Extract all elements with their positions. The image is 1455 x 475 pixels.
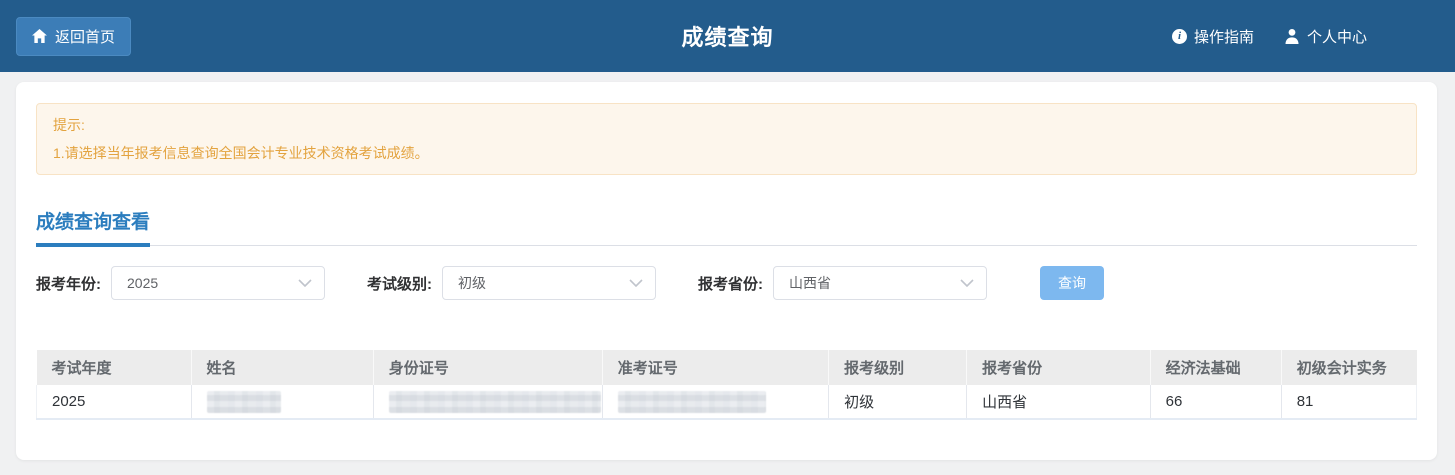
col-id-number: 身份证号 [373,350,602,385]
cell-name [191,385,373,419]
redacted-admission-number [618,391,766,413]
query-form: 报考年份: 2025 考试级别: 初级 [36,266,1417,300]
exam-year-label: 报考年份: [36,273,101,294]
profile-link[interactable]: 个人中心 [1284,26,1367,47]
redacted-name [207,391,281,413]
field-exam-level: 考试级别: 初级 [367,266,656,300]
guide-link[interactable]: i 操作指南 [1172,26,1254,47]
info-icon: i [1172,29,1187,44]
cell-level: 初级 [829,385,967,419]
cell-id-number [373,385,602,419]
cell-exam-year: 2025 [37,385,192,419]
cell-admission-number [602,385,828,419]
score-table: 考试年度 姓名 身份证号 准考证号 报考级别 报考省份 经济法基础 初级会计实务… [36,350,1417,420]
tab-score-query-view[interactable]: 成绩查询查看 [36,207,150,247]
content-card: 提示: 1.请选择当年报考信息查询全国会计专业技术资格考试成绩。 成绩查询查看 … [16,82,1437,460]
query-button[interactable]: 查询 [1040,266,1104,300]
col-admission-number: 准考证号 [602,350,828,385]
user-icon [1284,28,1300,44]
tab-bar: 成绩查询查看 [36,207,1417,246]
home-icon [32,29,47,43]
exam-level-select[interactable]: 初级 [442,266,656,300]
col-name: 姓名 [191,350,373,385]
chevron-down-icon [298,279,312,287]
profile-label: 个人中心 [1307,26,1367,47]
cell-province: 山西省 [967,385,1151,419]
exam-year-select[interactable]: 2025 [111,266,325,300]
field-exam-year: 报考年份: 2025 [36,266,325,300]
top-navbar: 返回首页 成绩查询 i 操作指南 个人中心 [0,0,1455,72]
notice-line: 1.请选择当年报考信息查询全国会计专业技术资格考试成绩。 [53,139,1400,167]
province-value: 山西省 [789,273,831,293]
back-home-button[interactable]: 返回首页 [16,17,131,56]
guide-label: 操作指南 [1194,26,1254,47]
table-header-row: 考试年度 姓名 身份证号 准考证号 报考级别 报考省份 经济法基础 初级会计实务 [37,350,1417,385]
notice-box: 提示: 1.请选择当年报考信息查询全国会计专业技术资格考试成绩。 [36,103,1417,175]
exam-year-value: 2025 [127,275,158,291]
cell-accounting-practice-score: 81 [1281,385,1416,419]
col-level: 报考级别 [829,350,967,385]
chevron-down-icon [960,279,974,287]
province-label: 报考省份: [698,273,763,294]
exam-level-label: 考试级别: [367,273,432,294]
notice-title: 提示: [53,111,1400,139]
field-province: 报考省份: 山西省 [698,266,987,300]
cell-economic-law-score: 66 [1150,385,1281,419]
chevron-down-icon [629,279,643,287]
col-accounting-practice: 初级会计实务 [1281,350,1416,385]
col-economic-law: 经济法基础 [1150,350,1281,385]
province-select[interactable]: 山西省 [773,266,987,300]
col-exam-year: 考试年度 [37,350,192,385]
table-row: 2025 初级 山西省 66 81 [37,385,1417,419]
col-province: 报考省份 [967,350,1151,385]
exam-level-value: 初级 [458,273,486,293]
back-home-label: 返回首页 [55,26,115,47]
navbar-right-links: i 操作指南 个人中心 [1172,26,1367,47]
redacted-id-number [389,391,601,413]
